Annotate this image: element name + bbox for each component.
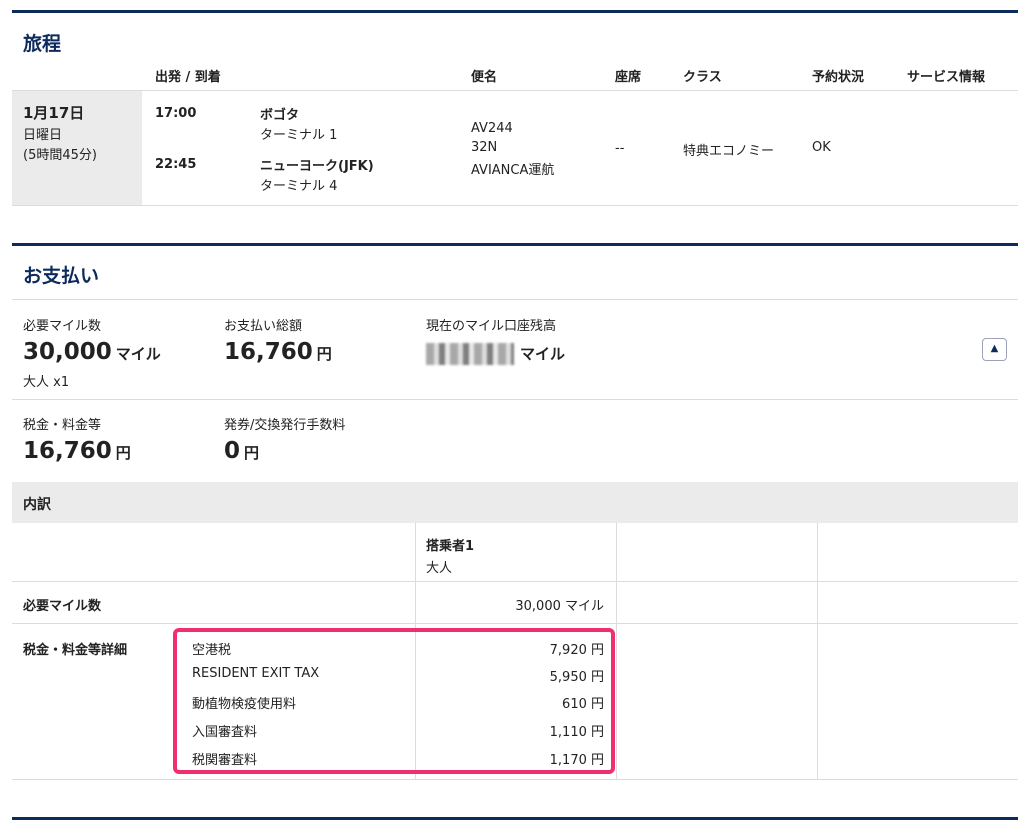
header-status: 予約状況 xyxy=(812,70,865,85)
operator: AVIANCA運航 xyxy=(471,163,555,178)
aircraft-type: 32N xyxy=(471,140,498,155)
highlight-box xyxy=(173,628,615,774)
itinerary-top-bar xyxy=(12,10,1018,13)
required-miles-value: 30,000 xyxy=(23,339,112,365)
divider xyxy=(817,523,818,779)
tax-label: 税金・料金等 xyxy=(23,418,102,433)
header-dep-arr: 出発 / 到着 xyxy=(155,70,221,85)
seat-value: -- xyxy=(615,141,625,156)
passenger-type: 大人 xyxy=(426,561,453,576)
breakdown-miles-value: 30,000 マイル xyxy=(515,599,604,614)
mile-balance-unit: マイル xyxy=(520,345,566,363)
breakdown-header xyxy=(12,482,1018,523)
flight-duration: (5時間45分) xyxy=(23,148,97,163)
arrival-terminal: ターミナル 4 xyxy=(260,179,338,194)
flight-date: 1月17日 xyxy=(23,104,85,122)
itinerary-title: 旅程 xyxy=(23,33,62,55)
issue-fee-unit: 円 xyxy=(244,444,260,462)
breakdown-title: 内訳 xyxy=(23,497,51,513)
divider xyxy=(12,623,1018,624)
total-payment-unit: 円 xyxy=(316,345,332,363)
required-miles: 30,000 マイル xyxy=(23,339,161,365)
departure-terminal: ターミナル 1 xyxy=(260,128,338,143)
header-service: サービス情報 xyxy=(907,70,986,85)
arrival-city: ニューヨーク(JFK) xyxy=(260,159,374,174)
tax-amount: 16,760 円 xyxy=(23,438,131,464)
total-payment-label: お支払い総額 xyxy=(224,319,303,334)
passenger-count: 大人 x1 xyxy=(23,375,70,390)
passenger-label: 搭乗者1 xyxy=(426,539,475,554)
required-miles-label: 必要マイル数 xyxy=(23,319,102,334)
breakdown-miles-label: 必要マイル数 xyxy=(23,599,102,614)
flight-weekday: 日曜日 xyxy=(23,128,63,143)
class-value: 特典エコノミー xyxy=(683,144,775,159)
divider xyxy=(12,581,1018,582)
arrival-time: 22:45 xyxy=(155,157,197,172)
status-value: OK xyxy=(812,140,831,155)
total-payment: 16,760 円 xyxy=(224,339,332,365)
departure-city: ボゴタ xyxy=(260,108,300,123)
next-section-bar xyxy=(12,817,1018,820)
issue-fee-label: 発券/交換発行手数料 xyxy=(224,418,346,433)
payment-title: お支払い xyxy=(23,265,100,287)
header-flight: 便名 xyxy=(471,70,498,85)
tax-unit: 円 xyxy=(115,444,131,462)
divider xyxy=(12,205,1018,206)
header-class: クラス xyxy=(683,70,722,85)
total-payment-value: 16,760 xyxy=(224,339,313,365)
mile-balance-label: 現在のマイル口座残高 xyxy=(426,319,557,334)
departure-time: 17:00 xyxy=(155,106,197,121)
header-seat: 座席 xyxy=(615,70,642,85)
issue-fee-amount: 0円 xyxy=(224,438,259,464)
caret-up-icon: ▲ xyxy=(990,343,999,354)
divider xyxy=(12,90,1018,91)
issue-fee-value: 0 xyxy=(224,438,241,464)
divider xyxy=(12,399,1018,400)
divider xyxy=(12,299,1018,300)
payment-top-bar xyxy=(12,243,1018,246)
required-miles-unit: マイル xyxy=(115,345,161,363)
mile-balance-blurred-value xyxy=(426,343,514,365)
flight-number: AV244 xyxy=(471,121,513,136)
divider xyxy=(616,523,617,779)
tax-value: 16,760 xyxy=(23,438,112,464)
divider xyxy=(12,779,1018,780)
collapse-toggle-button[interactable]: ▲ xyxy=(982,338,1007,361)
tax-detail-label: 税金・料金等詳細 xyxy=(23,643,128,658)
